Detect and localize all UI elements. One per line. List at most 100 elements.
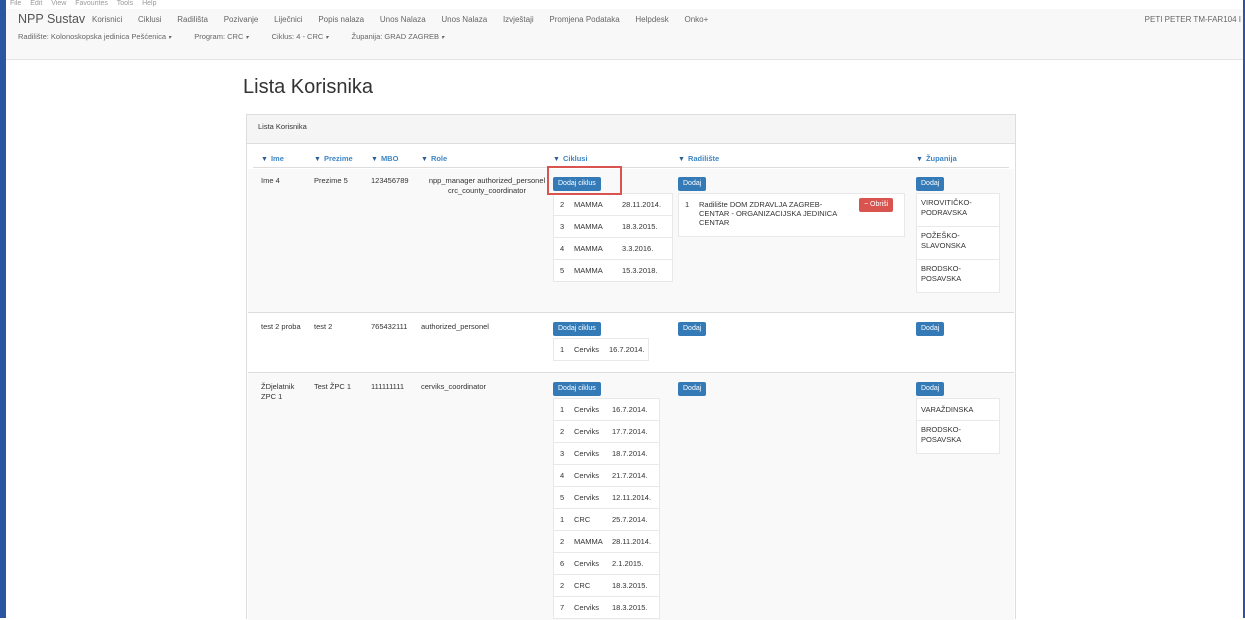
list-item: 2 MAMMA 28.11.2014. xyxy=(560,200,662,209)
dodaj-zupanija-button[interactable]: Dodaj xyxy=(916,322,945,336)
table-row: test 2 proba test 2 765432111 authorized… xyxy=(248,312,1014,373)
radiliste-dropdown[interactable]: Radilište: Kolonoskopska jedinica Pešćen… xyxy=(18,32,171,41)
zupanija-dropdown[interactable]: Županija: GRAD ZAGREB ▾ xyxy=(352,32,445,41)
cell-ime: test 2 proba xyxy=(261,322,301,331)
dodaj-ciklus-button[interactable]: Dodaj ciklus xyxy=(553,382,601,396)
cell-mbo: 123456789 xyxy=(371,176,409,185)
chevron-down-icon: ▾ xyxy=(325,35,329,41)
users-panel: Lista Korisnika ▼ Ime ▼ Prezime ▼ MBO ▼ Role… xyxy=(246,114,1016,620)
dodaj-radiliste-button[interactable]: Dodaj xyxy=(678,322,707,336)
brand-link[interactable]: NPP Sustav xyxy=(18,12,85,26)
list-item: VIROVITIČKO-PODRAVSKA xyxy=(921,198,972,217)
cell-ime: ŽDjelatnik ZPC 1 xyxy=(261,382,295,401)
nav-links: Korisnici Ciklusi Radilišta Pozivanje Li… xyxy=(92,15,722,24)
zupanije-list: VIROVITIČKO-PODRAVSKA POŽEŠKO-SLAVONSKA … xyxy=(916,193,1000,293)
col-ciklusi[interactable]: ▼ Ciklusi xyxy=(553,154,588,163)
table-row: ŽDjelatnik ZPC 1 Test ŽPC 1 111111111 ce… xyxy=(248,372,1014,620)
cell-ime: Ime 4 xyxy=(261,176,280,185)
col-role[interactable]: ▼ Role xyxy=(421,154,447,163)
nav-lijecnici[interactable]: Liječnici xyxy=(274,15,302,24)
ciklus-dropdown[interactable]: Ciklus: 4 - CRC ▾ xyxy=(272,32,329,41)
context-subnav: Radilište: Kolonoskopska jedinica Pešćen… xyxy=(18,32,465,41)
browser-menu-favourites[interactable]: Favourites xyxy=(75,0,108,7)
nav-pozivanje[interactable]: Pozivanje xyxy=(224,15,259,24)
filter-icon: ▼ xyxy=(421,156,428,163)
list-item: 6 Cerviks 2.1.2015. xyxy=(554,552,659,574)
chevron-down-icon: ▾ xyxy=(441,35,445,41)
browser-menu-bar: File Edit View Favourites Tools Help xyxy=(10,0,163,9)
nav-ciklusi[interactable]: Ciklusi xyxy=(138,15,162,24)
col-radiliste[interactable]: ▼ Radilište xyxy=(678,154,719,163)
col-ime[interactable]: ▼ Ime xyxy=(261,154,284,163)
window-frame-left xyxy=(0,0,6,618)
program-dropdown[interactable]: Program: CRC ▾ xyxy=(194,32,248,41)
table-header-divider xyxy=(253,167,1009,168)
dodaj-radiliste-button[interactable]: Dodaj xyxy=(678,382,707,396)
ciklusi-list: 2 MAMMA 28.11.2014. 3 MAMMA 18.3.2015. 4 MAMM… xyxy=(553,193,673,282)
browser-menu-tools[interactable]: Tools xyxy=(117,0,133,7)
filter-icon: ▼ xyxy=(314,156,321,163)
browser-menu-view[interactable]: View xyxy=(51,0,66,7)
nav-unos-nalaza-1[interactable]: Unos Nalaza xyxy=(380,15,426,24)
col-zupanija[interactable]: ▼ Županija xyxy=(916,154,957,163)
nav-radilista[interactable]: Radilišta xyxy=(177,15,208,24)
cell-mbo: 111111111 xyxy=(371,382,405,391)
dodaj-zupanija-button[interactable]: Dodaj xyxy=(916,177,945,191)
list-item: 3 Cerviks 18.7.2014. xyxy=(554,442,659,464)
panel-title: Lista Korisnika xyxy=(258,122,307,131)
filter-icon: ▼ xyxy=(553,156,560,163)
highlight-box xyxy=(547,166,622,195)
col-prezime[interactable]: ▼ Prezime xyxy=(314,154,353,163)
browser-menu-help[interactable]: Help xyxy=(142,0,156,7)
list-item: 5 MAMMA 15.3.2018. xyxy=(554,259,672,281)
filter-icon: ▼ xyxy=(261,156,268,163)
obrisi-button[interactable]: − Obriši xyxy=(859,198,894,212)
filter-icon: ▼ xyxy=(371,156,378,163)
cell-role: npp_manager authorized_personel crc_coun… xyxy=(428,176,546,195)
page-title: Lista Korisnika xyxy=(243,76,374,98)
filter-icon: ▼ xyxy=(678,156,685,163)
panel-heading: Lista Korisnika xyxy=(247,115,1015,144)
list-item: 2 CRC 18.3.2015. xyxy=(554,574,659,596)
list-item: 1 CRC 25.7.2014. xyxy=(554,508,659,530)
list-item: 7 Cerviks 18.3.2015. xyxy=(554,596,659,618)
dodaj-ciklus-button[interactable]: Dodaj ciklus xyxy=(553,322,601,336)
list-item: VARAŽDINSKA xyxy=(921,405,974,414)
zupanije-list: VARAŽDINSKA BRODSKO-POSAVSKA xyxy=(916,398,1000,454)
list-item: 4 MAMMA 3.3.2016. xyxy=(554,237,672,259)
list-item: 1 Cerviks 16.7.2014. xyxy=(560,405,648,414)
dodaj-zupanija-button[interactable]: Dodaj xyxy=(916,382,945,396)
radiliste-index: 1 xyxy=(685,200,690,209)
nav-izvjestaji[interactable]: Izvještaji xyxy=(503,15,534,24)
list-item: BRODSKO-POSAVSKA xyxy=(917,259,999,292)
dodaj-radiliste-button[interactable]: Dodaj xyxy=(678,177,707,191)
nav-popis-nalaza[interactable]: Popis nalaza xyxy=(318,15,364,24)
user-menu[interactable]: PETI PETER TM-FAR104 I xyxy=(1145,15,1241,24)
radiliste-name: Radilište DOM ZDRAVLJA ZAGREB-CENTAR - O… xyxy=(699,200,837,227)
nav-unos-nalaza-2[interactable]: Unos Nalaza xyxy=(441,15,487,24)
browser-menu-file[interactable]: File xyxy=(10,0,21,7)
list-item: 1 Cerviks 16.7.2014. xyxy=(560,345,645,354)
nav-promjena-podataka[interactable]: Promjena Podataka xyxy=(549,15,619,24)
browser-menu-edit[interactable]: Edit xyxy=(30,0,42,7)
radiliste-list: 1 Radilište DOM ZDRAVLJA ZAGREB-CENTAR -… xyxy=(678,193,905,237)
chevron-down-icon: ▾ xyxy=(168,35,172,41)
list-item: POŽEŠKO-SLAVONSKA xyxy=(917,226,999,259)
navbar: NPP Sustav Korisnici Ciklusi Radilišta P… xyxy=(6,9,1243,60)
nav-korisnici[interactable]: Korisnici xyxy=(92,15,122,24)
table-row: Ime 4 Prezime 5 123456789 npp_manager au… xyxy=(248,169,1014,312)
filter-icon: ▼ xyxy=(916,156,923,163)
ciklusi-list: 1 Cerviks 16.7.2014. 2 Cerviks 17.7.2014. 3C… xyxy=(553,398,660,619)
list-item: BRODSKO-POSAVSKA xyxy=(917,420,999,453)
nav-onko[interactable]: Onko+ xyxy=(684,15,708,24)
list-item: 2 Cerviks 17.7.2014. xyxy=(554,420,659,442)
cell-role: authorized_personel xyxy=(421,322,489,331)
nav-helpdesk[interactable]: Helpdesk xyxy=(635,15,668,24)
col-mbo[interactable]: ▼ MBO xyxy=(371,154,398,163)
list-item: 5 Cerviks 12.11.2014. xyxy=(554,486,659,508)
list-item: 3 MAMMA 18.3.2015. xyxy=(554,215,672,237)
cell-mbo: 765432111 xyxy=(371,322,408,331)
cell-prezime: Prezime 5 xyxy=(314,176,348,185)
list-item: 2 MAMMA 28.11.2014. xyxy=(554,530,659,552)
list-item: 4 Cerviks 21.7.2014. xyxy=(554,464,659,486)
